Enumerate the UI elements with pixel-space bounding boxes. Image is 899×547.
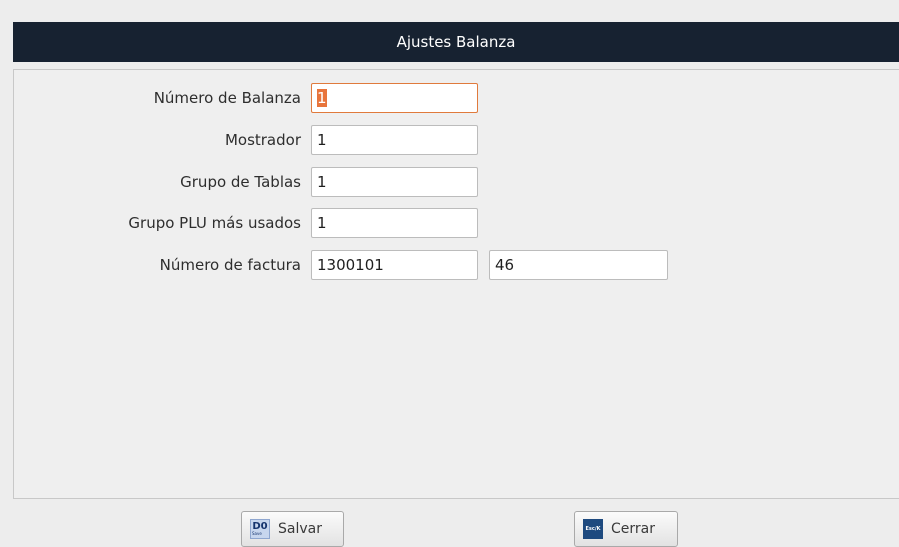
settings-window: Ajustes Balanza Número de Balanza 1 Most… — [0, 0, 899, 547]
close-icon: Esc/K — [583, 519, 603, 539]
table-group-label: Grupo de Tablas — [180, 173, 301, 191]
save-button-label: Salvar — [278, 521, 322, 537]
counter-label: Mostrador — [224, 131, 301, 149]
plu-group-label: Grupo PLU más usados — [128, 214, 301, 232]
invoice-number-input[interactable]: 1300101 — [311, 250, 478, 280]
scale-number-label: Número de Balanza — [153, 89, 301, 107]
close-button-label: Cerrar — [611, 521, 655, 537]
close-button[interactable]: Esc/K Cerrar — [574, 511, 678, 547]
table-group-input[interactable]: 1 — [311, 167, 478, 197]
window-title: Ajustes Balanza — [13, 22, 899, 62]
form-panel: Número de Balanza 1 Mostrador 1 Grupo de… — [13, 69, 899, 499]
scale-number-input[interactable]: 1 — [311, 83, 478, 113]
button-bar: D0 Save Salvar Esc/K Cerrar — [13, 500, 899, 547]
invoice-number-label: Número de factura — [159, 256, 301, 274]
plu-group-input[interactable]: 1 — [311, 208, 478, 238]
save-icon: D0 Save — [250, 519, 270, 539]
save-button[interactable]: D0 Save Salvar — [241, 511, 344, 547]
invoice-sequence-input[interactable]: 46 — [489, 250, 668, 280]
scale-number-value: 1 — [317, 89, 327, 107]
counter-input[interactable]: 1 — [311, 125, 478, 155]
